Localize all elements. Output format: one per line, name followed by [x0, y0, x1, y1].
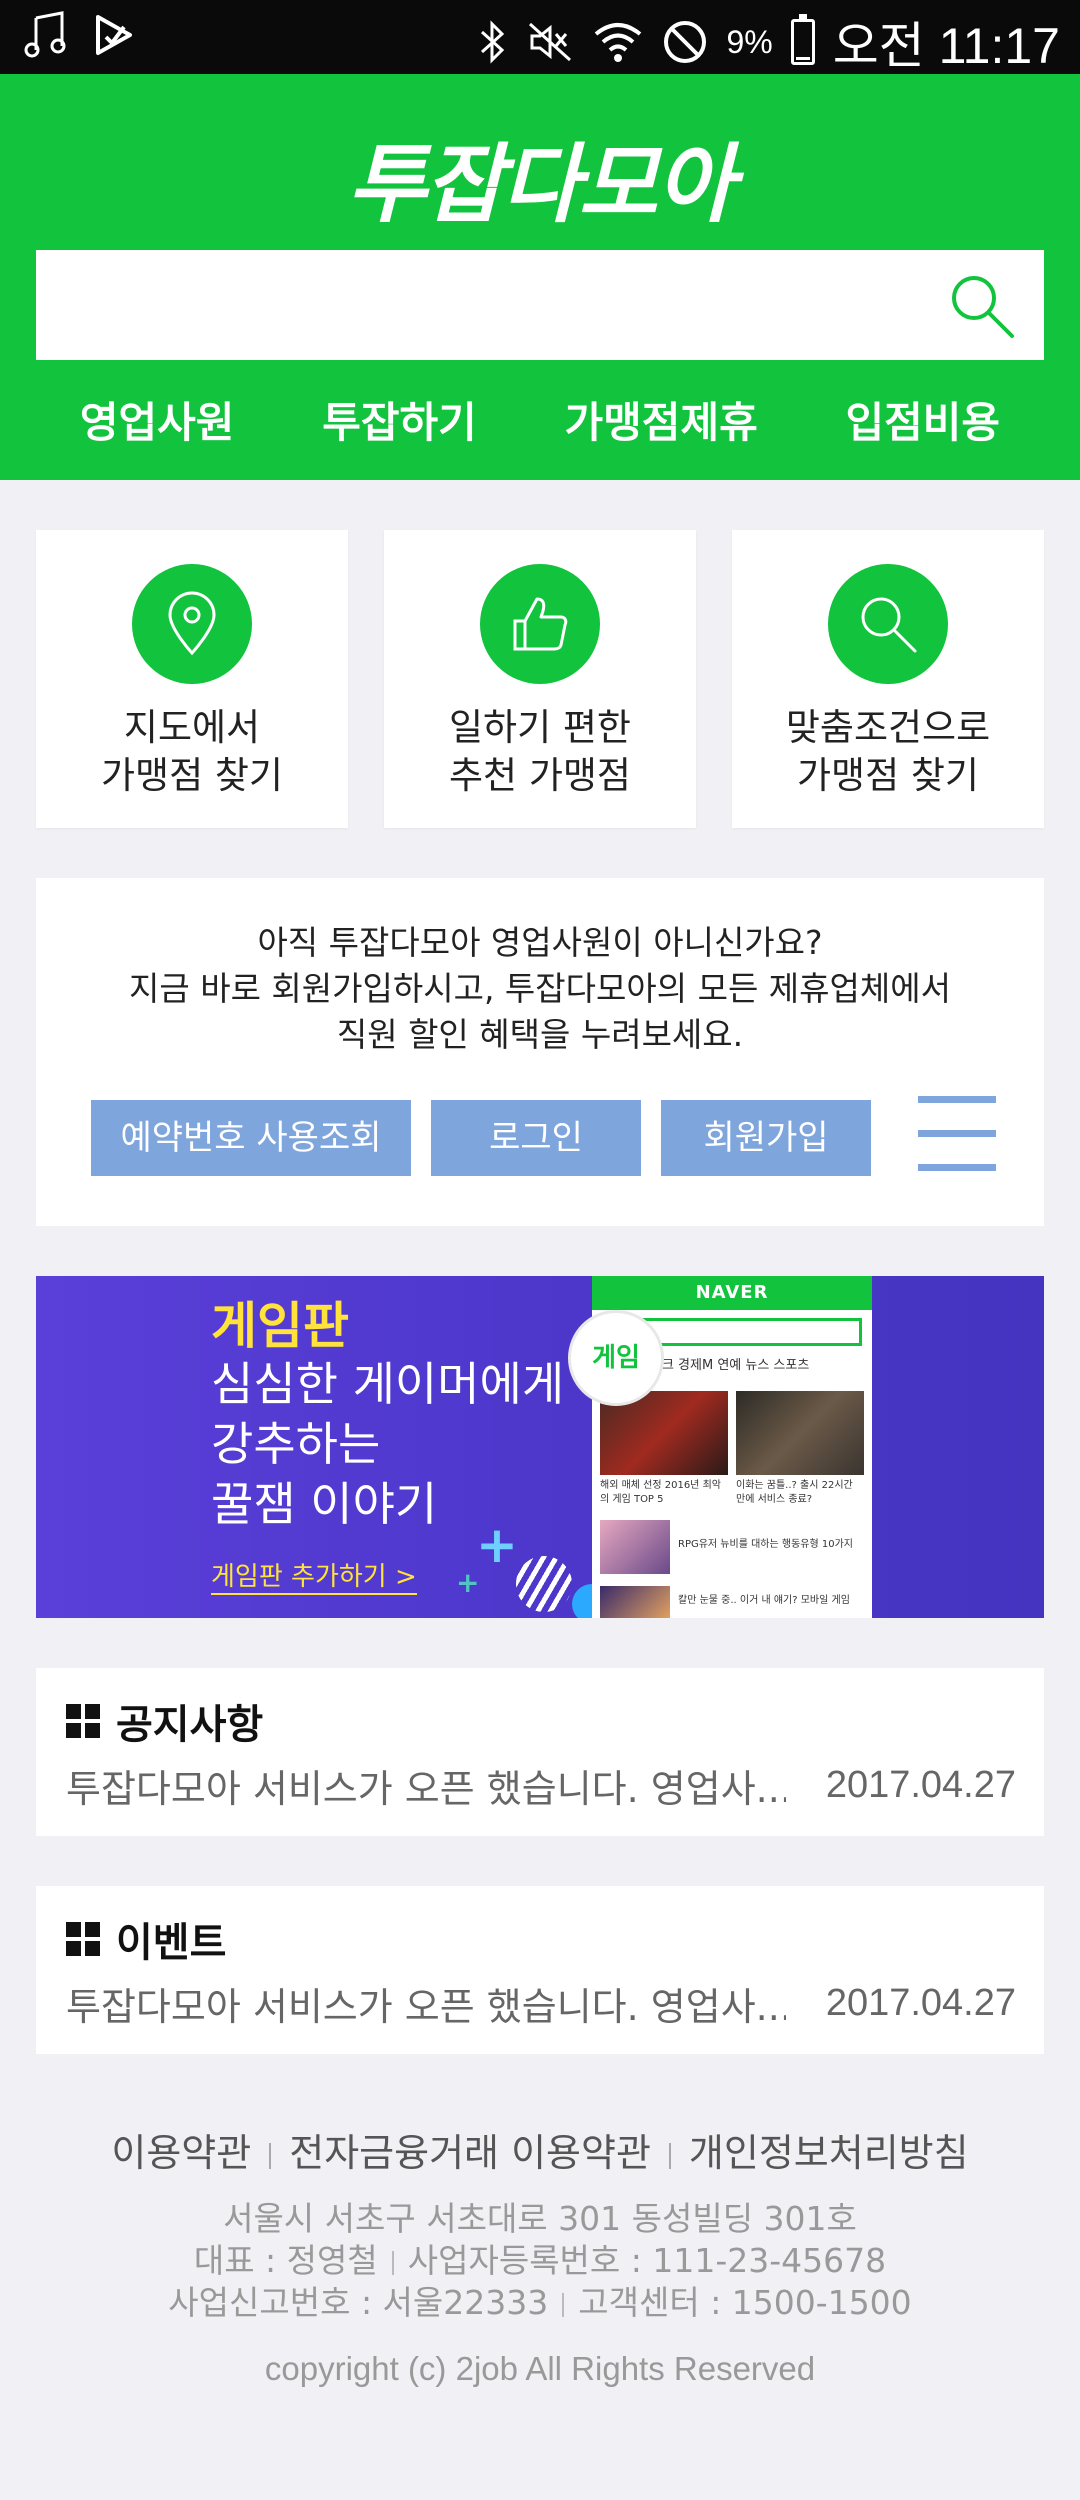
game-bubble: 게임 — [568, 1310, 664, 1406]
phone-caption: 칼만 눈물 중.. 이거 내 얘기? 모바일 게임 — [678, 1595, 850, 1606]
wifi-icon — [595, 23, 642, 62]
nav-two-job[interactable]: 투잡하기 — [322, 390, 477, 456]
banner-cta-link[interactable]: 게임판 추가하기 > — [211, 1556, 417, 1595]
nav-affiliate[interactable]: 가맹점제휴 — [565, 390, 758, 456]
logo[interactable]: 투잡다모아 — [0, 114, 1080, 239]
main-nav: 영업사원 투잡하기 가맹점제휴 입점비용 — [36, 390, 1044, 456]
ceo: 대표 : 정영철 — [193, 2241, 378, 2280]
battery-percent: 9% — [726, 23, 773, 60]
privacy-policy-link[interactable]: 개인정보처리방침 — [689, 2131, 969, 2175]
notice-subject: 투잡다모아 서비스가 오픈 했습니다. 영업사... — [66, 1766, 786, 1811]
footer-links: 이용약관 전자금융거래 이용약관 개인정보처리방침 — [0, 2122, 1080, 2177]
nav-sales[interactable]: 영업사원 — [80, 390, 235, 456]
member-line: 지금 바로 회원가입하시고, 투잡다모아의 모든 제휴업체에서 — [129, 969, 951, 1008]
divider — [562, 2292, 565, 2317]
nav-cost[interactable]: 입점비용 — [846, 390, 1001, 456]
search-icon[interactable] — [944, 268, 1020, 344]
card-map-search[interactable]: 지도에서 가맹점 찾기 — [36, 530, 348, 828]
list-item[interactable]: 투잡다모아 서비스가 오픈 했습니다. 영업사... 2017.04.27 — [66, 1978, 1016, 2029]
phone-image — [736, 1391, 864, 1475]
status-bar: 9% 오전 11:17 — [0, 0, 1080, 74]
event-title: 이벤트 — [116, 1920, 227, 1966]
banner-copy: 심심한 게이머에게 강추하는 꿀잼 이야기 — [211, 1357, 565, 1531]
banner-title: 게임판 — [211, 1297, 349, 1355]
reservation-check-button[interactable]: 예약번호 사용조회 — [91, 1100, 411, 1176]
phone-image — [600, 1586, 670, 1618]
signup-button[interactable]: 회원가입 — [661, 1100, 871, 1176]
search-input[interactable] — [36, 250, 936, 360]
grid-icon — [66, 1704, 100, 1738]
play-store-icon — [96, 15, 132, 55]
customer-center: 고객센터 : 1500-1500 — [578, 2283, 912, 2322]
plus-decoration-icon: + — [456, 1566, 480, 1599]
game-banner[interactable]: 게임판 심심한 게이머에게 강추하는 꿀잼 이야기 게임판 추가하기 > + +… — [36, 1276, 1044, 1618]
map-pin-icon — [168, 591, 216, 656]
card-label: 지도에서 가맹점 찾기 — [101, 706, 283, 797]
event-header[interactable]: 이벤트 — [66, 1910, 226, 1968]
clock: 오전 11:17 — [832, 18, 1060, 74]
phone-caption: 이화는 꿈틀..? 출시 22시간 만에 서비스 종료? — [736, 1480, 853, 1505]
divider — [668, 2142, 671, 2169]
stripe-circle-decoration — [516, 1556, 572, 1612]
grid-icon — [66, 1922, 100, 1956]
member-line: 아직 투잡다모아 영업사원이 아니신가요? — [257, 923, 823, 962]
mute-icon — [529, 22, 572, 62]
copyright: copyright (c) 2job All Rights Reserved — [264, 2350, 816, 2387]
phone-caption: RPG유저 뉴비를 대하는 행동유형 10가지 — [678, 1539, 853, 1550]
music-icon — [24, 11, 66, 58]
card-label: 맞춤조건으로 가맹점 찾기 — [785, 706, 991, 797]
notice-header[interactable]: 공지사항 — [66, 1692, 263, 1750]
login-button[interactable]: 로그인 — [431, 1100, 641, 1176]
divider — [391, 2250, 394, 2275]
card-recommended[interactable]: 일하기 편한 추천 가맹점 — [384, 530, 696, 828]
list-item[interactable]: 투잡다모아 서비스가 오픈 했습니다. 영업사... 2017.04.27 — [66, 1760, 1016, 1811]
e-finance-terms-link[interactable]: 전자금융거래 이용약관 — [289, 2131, 651, 2175]
header: 투잡다모아 영업사원 투잡하기 가맹점제휴 입점비용 — [0, 74, 1080, 480]
notice-date: 2017.04.27 — [825, 1763, 1016, 1806]
business-number: 사업자등록번호 : 111-23-45678 — [407, 2241, 887, 2280]
notice-title: 공지사항 — [116, 1702, 264, 1748]
bluetooth-icon — [481, 20, 505, 64]
company-info: 서울시 서초구 서초대로 301 동성빌딩 301호 대표 : 정영철 사업자등록… — [0, 2198, 1080, 2324]
event-date: 2017.04.27 — [825, 1981, 1016, 2024]
report-number: 사업신고번호 : 서울22333 — [168, 2283, 549, 2322]
phone-image — [600, 1520, 670, 1574]
search-icon — [861, 597, 917, 653]
hamburger-menu-icon[interactable] — [918, 1096, 996, 1174]
terms-link[interactable]: 이용약관 — [111, 2131, 251, 2175]
plus-decoration-icon: + — [476, 1516, 518, 1574]
phone-caption: 해외 매체 선정 2016년 최악의 게임 TOP 5 — [600, 1480, 721, 1505]
card-label: 일하기 편한 추천 가맹점 — [449, 706, 631, 797]
thumbs-up-icon — [513, 597, 568, 651]
event-board: 이벤트 투잡다모아 서비스가 오픈 했습니다. 영업사... 2017.04.2… — [36, 1886, 1044, 2054]
member-promo: 아직 투잡다모아 영업사원이 아니신가요? 지금 바로 회원가입하시고, 투잡다… — [36, 878, 1044, 1226]
do-not-disturb-icon — [664, 21, 707, 63]
event-subject: 투잡다모아 서비스가 오픈 했습니다. 영업사... — [66, 1984, 786, 2029]
card-custom-search[interactable]: 맞춤조건으로 가맹점 찾기 — [732, 530, 1044, 828]
shortcut-cards: 지도에서 가맹점 찾기 일하기 편한 추천 가맹점 맞춤조건으로 가맹점 찾기 — [36, 530, 1044, 828]
notice-board: 공지사항 투잡다모아 서비스가 오픈 했습니다. 영업사... 2017.04.… — [36, 1668, 1044, 1836]
address: 서울시 서초구 서초대로 301 동성빌딩 301호 — [223, 2199, 857, 2238]
member-message: 아직 투잡다모아 영업사원이 아니신가요? 지금 바로 회원가입하시고, 투잡다… — [36, 920, 1044, 1058]
phone-brand: NAVER — [592, 1276, 872, 1310]
member-line: 직원 할인 혜택을 누려보세요. — [336, 1015, 744, 1054]
battery-icon — [790, 14, 815, 65]
search-bar — [36, 250, 1044, 360]
divider — [269, 2142, 272, 2169]
